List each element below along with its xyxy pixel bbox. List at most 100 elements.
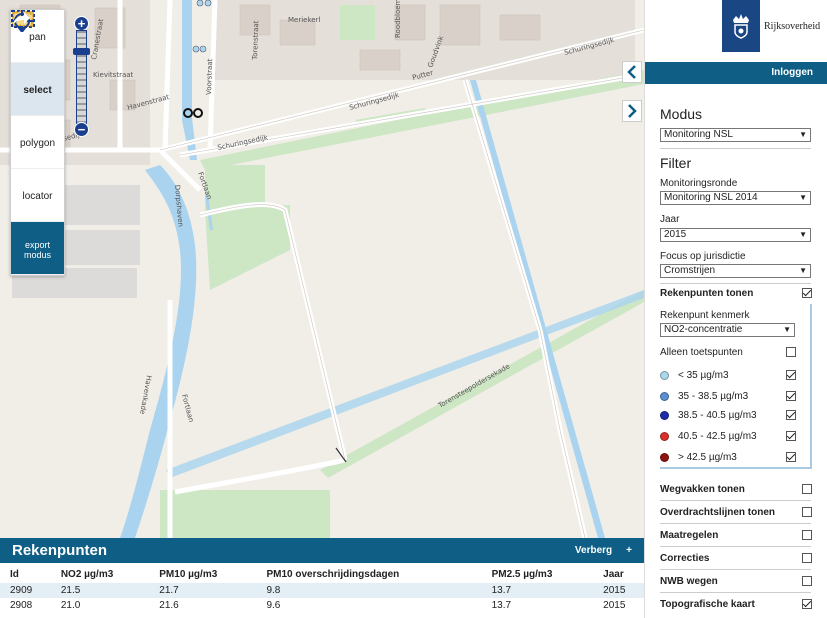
modus-select[interactable]: Monitoring NSL ▼: [660, 128, 811, 142]
tool-select[interactable]: select: [11, 10, 64, 116]
legend-checkbox[interactable]: [786, 410, 796, 420]
legend-dot-icon: [660, 452, 669, 462]
select-value: Monitoring NSL: [664, 129, 733, 140]
legend-checkbox[interactable]: [786, 370, 796, 380]
divider: [660, 148, 811, 149]
chevron-right-icon: [628, 104, 637, 118]
table-cell: 9.6: [266, 600, 281, 611]
layer-row[interactable]: NWB wegen: [660, 574, 812, 588]
legend-row[interactable]: 38.5 - 40.5 µg/m3: [660, 408, 796, 422]
layer-checkbox[interactable]: [802, 484, 812, 494]
table-cell: 21.7: [149, 583, 257, 598]
chevron-down-icon: ▼: [799, 130, 807, 139]
zoom-out-button[interactable]: −: [74, 122, 89, 137]
filter-title: Filter: [660, 155, 692, 171]
legend-checkbox[interactable]: [786, 431, 796, 441]
row-label: Overdrachtslijnen tonen: [660, 506, 776, 518]
toetspunten-row[interactable]: Alleen toetspunten: [660, 345, 796, 359]
column-header[interactable]: PM2.5 µg/m3: [481, 563, 594, 583]
chevron-down-icon: ▼: [799, 266, 807, 275]
zoom-slider[interactable]: + −: [73, 16, 90, 138]
column-header[interactable]: PM10 overschrijdingsdagen: [256, 563, 482, 583]
column-header[interactable]: NO2 µg/m3: [50, 563, 150, 583]
rekenpunten-tonen-checkbox[interactable]: [802, 288, 812, 298]
toetspunten-checkbox[interactable]: [786, 347, 796, 357]
legend-label: > 42.5 µg/m3: [678, 451, 737, 463]
expand-panel-button[interactable]: [622, 100, 642, 122]
legend-row[interactable]: > 42.5 µg/m3: [660, 450, 796, 464]
layer-checkbox[interactable]: [802, 599, 812, 609]
legend-row[interactable]: 35 - 38.5 µg/m3: [660, 389, 796, 403]
layer-checkbox[interactable]: [802, 530, 812, 540]
tool-export-modus[interactable]: export modus: [11, 12, 64, 275]
chevron-down-icon: ▼: [799, 193, 807, 202]
street-label: Roodbloem: [394, 0, 402, 38]
street-label: Schuringsedijk: [348, 91, 400, 112]
select-value: Cromstrijen: [664, 265, 716, 276]
layer-row[interactable]: Maatregelen: [660, 528, 812, 542]
zoom-in-button[interactable]: +: [74, 16, 89, 31]
legend-dot-icon: [660, 410, 669, 420]
column-header[interactable]: Jaar: [593, 563, 644, 583]
jaar-select[interactable]: 2015 ▼: [660, 228, 811, 242]
login-button[interactable]: Inloggen: [645, 62, 827, 84]
zoom-track[interactable]: [76, 30, 87, 124]
layer-row[interactable]: Overdrachtslijnen tonen: [660, 505, 812, 519]
tool-palette: pan select polygon locator export modus: [10, 9, 65, 276]
layer-checkbox[interactable]: [802, 553, 812, 563]
table-cell: 9.8: [256, 583, 482, 598]
street-label: Kievitstraat: [93, 71, 134, 79]
collapse-sidebar-button[interactable]: [622, 61, 642, 83]
street-labels: Meriekerl Roodbloem Cranestraat Kievitst…: [28, 0, 615, 423]
layer-row[interactable]: Topografische kaart: [660, 597, 812, 611]
tool-locator[interactable]: locator: [11, 10, 64, 222]
focus-select[interactable]: Cromstrijen ▼: [660, 264, 811, 278]
rekenpunten-panel: Rekenpunten Verberg + Id NO2 µg/m3 PM10 …: [0, 538, 644, 618]
expand-plus-button[interactable]: +: [626, 545, 632, 556]
kenmerk-select[interactable]: NO2-concentratie ▼: [660, 323, 795, 337]
row-label: Maatregelen: [660, 529, 719, 541]
legend-dot-icon: [660, 391, 669, 401]
street-label: Havenkade: [138, 375, 153, 415]
legend-label: < 35 µg/m3: [678, 369, 729, 381]
table-cell: 21.0: [60, 600, 81, 611]
street-label: Torensteepoldersekade: [436, 362, 511, 410]
table-cell: 2909: [0, 583, 51, 598]
legend-checkbox[interactable]: [786, 391, 796, 401]
column-header[interactable]: PM10 µg/m3: [149, 563, 257, 583]
table-row[interactable]: 2908 21.0 21.6 9.6 13.7 2015: [0, 598, 644, 613]
hide-button[interactable]: Verberg: [575, 545, 612, 556]
legend-row[interactable]: < 35 µg/m3: [660, 368, 796, 382]
layer-row[interactable]: Correcties: [660, 551, 812, 565]
row-label: Correcties: [660, 552, 710, 564]
street-label: Goudvink: [426, 34, 445, 69]
table-cell: 2015: [603, 600, 626, 611]
select-value: Monitoring NSL 2014: [664, 192, 758, 203]
layer-row[interactable]: Wegvakken tonen: [660, 482, 812, 496]
table-cell: 2015: [593, 583, 644, 598]
tool-polygon[interactable]: polygon: [11, 10, 64, 169]
kenmerk-label: Rekenpunt kenmerk: [660, 310, 750, 321]
street-label: Cranestraat: [90, 18, 105, 60]
map-canvas[interactable]: Meriekerl Roodbloem Cranestraat Kievitst…: [0, 0, 644, 618]
rekenpunten-tonen-row[interactable]: Rekenpunten tonen: [660, 286, 812, 300]
layer-checkbox[interactable]: [802, 507, 812, 517]
emblem-icon: [722, 0, 760, 52]
tool-label: export modus: [23, 239, 51, 260]
legend-dot-icon: [660, 370, 669, 380]
row-label: NWB wegen: [660, 575, 718, 587]
rekenpunten-header: Rekenpunten Verberg +: [0, 538, 644, 563]
legend-checkbox[interactable]: [786, 452, 796, 462]
chevron-down-icon: ▼: [783, 325, 791, 334]
column-header[interactable]: Id: [0, 563, 51, 583]
layer-checkbox[interactable]: [802, 576, 812, 586]
ronde-select[interactable]: Monitoring NSL 2014 ▼: [660, 191, 811, 205]
legend-dot-icon: [660, 431, 669, 441]
row-label: Alleen toetspunten: [660, 346, 743, 358]
zoom-handle[interactable]: [73, 48, 90, 55]
tool-label: polygon: [19, 138, 56, 149]
table-row[interactable]: 2909 21.5 21.7 9.8 13.7 2015: [0, 583, 644, 598]
chevron-down-icon: ▼: [799, 230, 807, 239]
legend-row[interactable]: 40.5 - 42.5 µg/m3: [660, 429, 796, 443]
jaar-label: Jaar: [660, 214, 680, 225]
